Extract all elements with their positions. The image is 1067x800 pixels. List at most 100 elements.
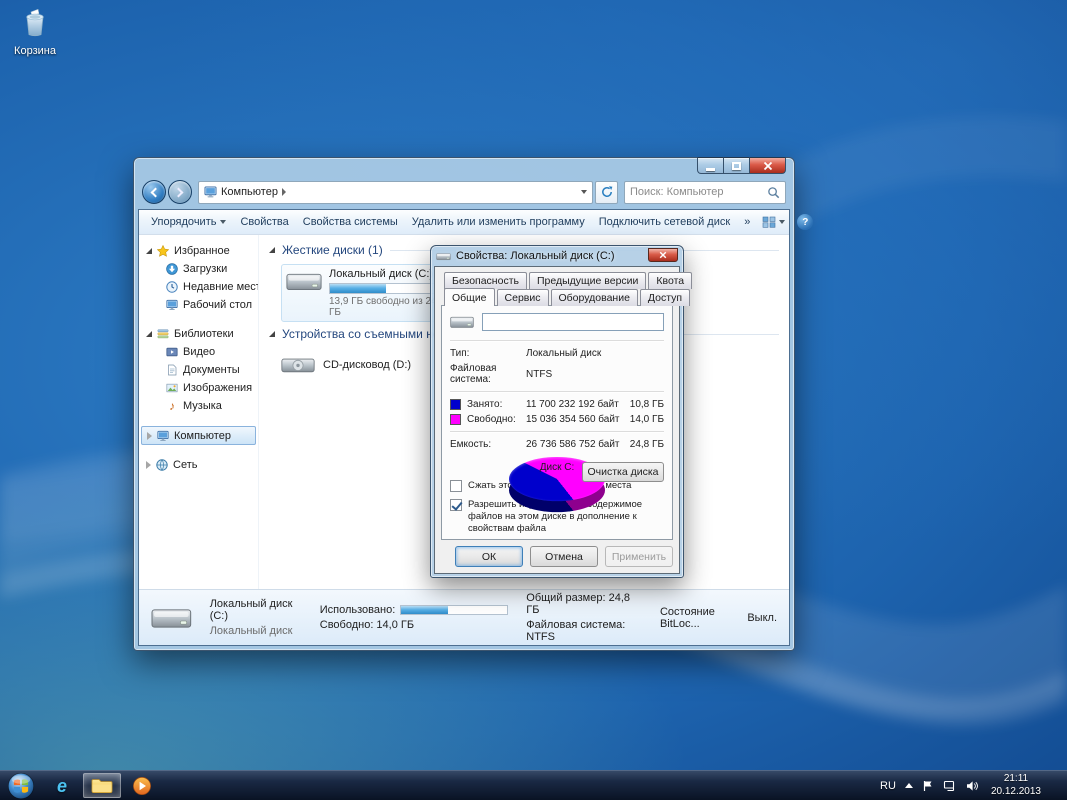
action-center-flag-icon[interactable] — [922, 780, 934, 792]
recycle-bin-label: Корзина — [6, 45, 64, 57]
taskbar-explorer[interactable] — [83, 773, 121, 798]
cancel-button[interactable]: Отмена — [530, 546, 598, 567]
tab-previous-versions[interactable]: Предыдущие версии — [529, 272, 646, 289]
help-button[interactable]: ? — [797, 214, 813, 230]
dialog-body: Безопасность Предыдущие версии Квота Общ… — [434, 266, 680, 574]
tab-sharing[interactable]: Доступ — [640, 289, 690, 306]
forward-button[interactable] — [168, 180, 192, 204]
apply-button[interactable]: Применить — [605, 546, 673, 567]
hard-drive-icon — [286, 268, 322, 295]
taskbar-clock[interactable]: 21:11 20.12.2013 — [987, 773, 1045, 798]
details-bitlocker-value: Выкл. — [747, 612, 777, 624]
recycle-bin-shortcut[interactable]: Корзина — [6, 6, 64, 57]
sidebar-item-computer[interactable]: Компьютер — [141, 426, 256, 445]
refresh-button[interactable] — [595, 181, 618, 204]
sidebar-item-videos[interactable]: Видео — [139, 343, 258, 361]
disk-usage-pie-chart — [507, 457, 607, 461]
search-input[interactable] — [630, 186, 767, 198]
sidebar-item-documents[interactable]: Документы — [139, 361, 258, 379]
system-properties-button[interactable]: Свойства системы — [297, 213, 404, 231]
volume-label-input[interactable] — [482, 313, 664, 331]
tab-quota[interactable]: Квота — [648, 272, 692, 289]
details-usage-column: Использовано: Свободно: 14,0 ГБ — [320, 604, 509, 631]
dialog-titlebar[interactable]: Свойства: Локальный диск (C:) — [434, 246, 680, 266]
expander-icon[interactable] — [147, 432, 152, 440]
address-bar[interactable]: Компьютер — [198, 181, 593, 204]
internet-explorer-icon — [57, 777, 67, 795]
disk-cleanup-button[interactable]: Очистка диска — [582, 462, 664, 482]
dialog-close-button[interactable] — [648, 248, 678, 262]
free-bytes: 15 036 354 560 байт — [526, 414, 622, 425]
capacity-gb: 24,8 ГБ — [622, 439, 664, 450]
capacity-label: Емкость: — [450, 439, 526, 450]
tab-general[interactable]: Общие — [444, 288, 495, 306]
back-button[interactable] — [142, 180, 166, 204]
breadcrumb-computer[interactable]: Компьютер — [221, 186, 278, 198]
navigation-pane: Избранное Загрузки Недавние места Рабочи… — [139, 235, 259, 589]
details-size-column: Общий размер: 24,8 ГБ Файловая система: … — [526, 592, 642, 643]
close-button[interactable] — [749, 157, 786, 174]
separator — [450, 340, 664, 342]
hard-drive-icon — [151, 601, 192, 635]
organize-button[interactable]: Упорядочить — [145, 213, 232, 231]
pictures-icon — [166, 382, 178, 394]
expander-icon[interactable] — [146, 248, 152, 254]
back-arrow-icon — [151, 187, 161, 197]
show-hidden-icons-button[interactable] — [905, 783, 913, 788]
group-collapse-icon[interactable] — [269, 331, 275, 337]
sidebar-item-recent-places[interactable]: Недавние места — [139, 278, 258, 296]
index-checkbox[interactable] — [450, 499, 462, 511]
sidebar-item-pictures[interactable]: Изображения — [139, 379, 258, 397]
sidebar-item-network[interactable]: Сеть — [139, 456, 258, 474]
volume-tray-icon[interactable] — [966, 780, 978, 792]
sidebar-group-libraries[interactable]: Библиотеки — [139, 325, 258, 343]
views-dropdown-icon — [779, 220, 785, 224]
change-view-button[interactable] — [758, 214, 789, 230]
tab-security[interactable]: Безопасность — [444, 272, 527, 289]
desktop-label: Рабочий стол — [183, 299, 252, 311]
details-name-column: Локальный диск (C:) Локальный диск — [210, 598, 302, 637]
window-titlebar[interactable] — [138, 158, 790, 179]
network-label: Сеть — [173, 459, 197, 471]
group-collapse-icon[interactable] — [269, 247, 275, 253]
minimize-button[interactable] — [697, 157, 724, 174]
star-icon — [157, 245, 169, 257]
uninstall-label: Удалить или изменить программу — [412, 216, 585, 228]
breadcrumb-arrow-icon[interactable] — [282, 188, 286, 196]
type-label: Тип: — [450, 348, 526, 359]
sidebar-item-desktop[interactable]: Рабочий стол — [139, 296, 258, 314]
downloads-label: Загрузки — [183, 263, 227, 275]
compress-checkbox[interactable] — [450, 480, 462, 492]
toolbar-overflow-button[interactable]: » — [738, 213, 756, 231]
expander-icon[interactable] — [146, 331, 152, 337]
used-bytes: 11 700 232 192 байт — [526, 399, 622, 410]
maximize-button[interactable] — [723, 157, 750, 174]
address-dropdown-icon[interactable] — [581, 190, 587, 194]
navigation-row: Компьютер — [138, 179, 790, 209]
map-drive-label: Подключить сетевой диск — [599, 216, 730, 228]
properties-button[interactable]: Свойства — [234, 213, 294, 231]
refresh-icon — [600, 185, 614, 199]
tab-hardware[interactable]: Оборудование — [551, 289, 638, 306]
pictures-label: Изображения — [183, 382, 252, 394]
language-indicator[interactable]: RU — [880, 780, 896, 792]
map-network-drive-button[interactable]: Подключить сетевой диск — [593, 213, 736, 231]
search-box[interactable] — [624, 181, 786, 204]
start-button[interactable] — [0, 771, 42, 800]
network-tray-icon[interactable] — [943, 780, 957, 792]
expander-icon[interactable] — [146, 461, 151, 469]
details-file-system: Файловая система: NTFS — [526, 619, 642, 643]
taskbar-media-player[interactable] — [123, 773, 161, 798]
properties-label: Свойства — [240, 216, 288, 228]
ok-button[interactable]: ОК — [455, 546, 523, 567]
tab-tools[interactable]: Сервис — [497, 289, 549, 306]
computer-icon — [204, 186, 217, 198]
organize-label: Упорядочить — [151, 216, 216, 228]
separator — [450, 391, 664, 393]
taskbar-internet-explorer[interactable] — [43, 773, 81, 798]
documents-label: Документы — [183, 364, 240, 376]
uninstall-program-button[interactable]: Удалить или изменить программу — [406, 213, 591, 231]
sidebar-group-favorites[interactable]: Избранное — [139, 242, 258, 260]
sidebar-item-music[interactable]: ♪ Музыка — [139, 397, 258, 415]
sidebar-item-downloads[interactable]: Загрузки — [139, 260, 258, 278]
